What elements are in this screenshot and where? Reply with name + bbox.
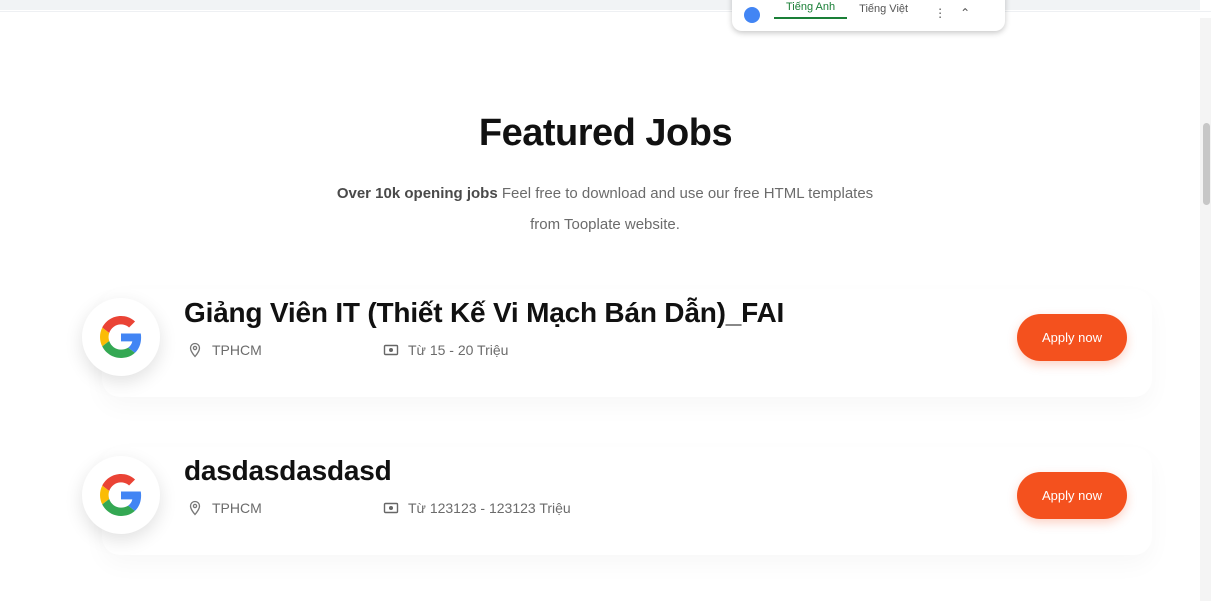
company-logo — [82, 298, 160, 376]
section-subtitle-text: Feel free to download and use our free H… — [497, 185, 874, 233]
section-title: Featured Jobs — [478, 112, 733, 154]
job-card: Giảng Viên IT (Thiết Kế Vi Mạch Bán Dẫn)… — [82, 279, 1152, 399]
section-subtitle: Over 10k opening jobs Feel free to downl… — [330, 178, 880, 240]
job-salary: Từ 15 - 20 Triệu — [382, 341, 508, 359]
translate-menu-icon[interactable]: ⋮ — [934, 7, 946, 19]
translate-tab-vietnamese[interactable]: Tiếng Việt — [847, 3, 920, 19]
google-logo-icon — [100, 474, 142, 516]
job-card: dasdasdasdasd TPHCM Từ 123123 - 123123 T… — [82, 437, 1152, 557]
money-icon — [382, 341, 400, 359]
translate-collapse-icon[interactable]: ⌃ — [960, 7, 970, 19]
location-pin-icon — [186, 499, 204, 517]
job-location-text: TPHCM — [212, 342, 262, 358]
job-title[interactable]: dasdasdasdasd — [184, 455, 392, 487]
job-meta: TPHCM Từ 123123 - 123123 Triệu — [186, 499, 571, 517]
translate-tab-english[interactable]: Tiếng Anh — [774, 1, 848, 19]
translate-bar: Tiếng Anh Tiếng Việt ⋮ ⌃ — [732, 0, 1005, 31]
job-salary-text: Từ 15 - 20 Triệu — [408, 342, 509, 358]
google-translate-icon[interactable] — [744, 7, 760, 23]
job-location: TPHCM — [186, 341, 382, 359]
job-meta: TPHCM Từ 15 - 20 Triệu — [186, 341, 508, 359]
company-logo — [82, 456, 160, 534]
job-salary-text: Từ 123123 - 123123 Triệu — [408, 500, 571, 516]
job-title[interactable]: Giảng Viên IT (Thiết Kế Vi Mạch Bán Dẫn)… — [184, 297, 784, 329]
money-icon — [382, 499, 400, 517]
job-salary: Từ 123123 - 123123 Triệu — [382, 499, 571, 517]
job-location: TPHCM — [186, 499, 382, 517]
job-location-text: TPHCM — [212, 500, 262, 516]
google-logo-icon — [100, 316, 142, 358]
apply-now-button[interactable]: Apply now — [1017, 472, 1127, 519]
location-pin-icon — [186, 341, 204, 359]
apply-now-button[interactable]: Apply now — [1017, 314, 1127, 361]
section-subtitle-highlight: Over 10k opening jobs — [336, 185, 498, 202]
scrollbar-track[interactable] — [1200, 18, 1211, 601]
page-top-shade — [0, 0, 1200, 10]
